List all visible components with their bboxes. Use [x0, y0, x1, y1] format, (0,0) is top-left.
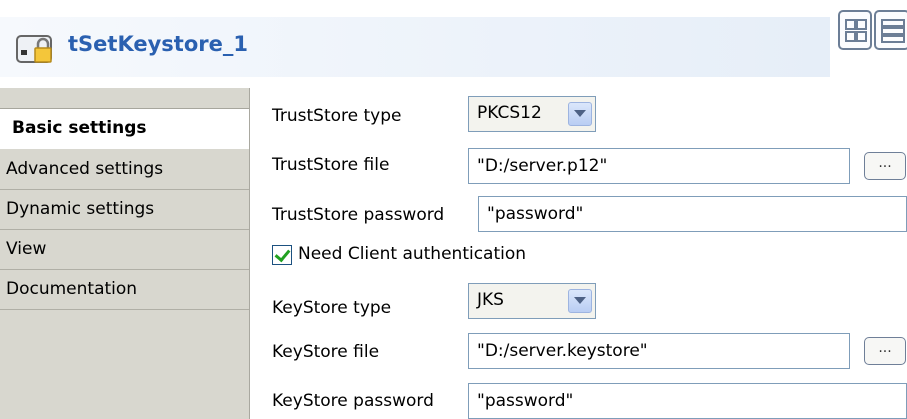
- tab-basic-settings[interactable]: Basic settings: [0, 109, 249, 149]
- grid-layout-icon: [845, 19, 867, 42]
- tabs-border: [249, 88, 250, 419]
- keystore-password-label: KeyStore password: [272, 391, 434, 411]
- keystore-password-input[interactable]: "password": [468, 383, 907, 419]
- keystore-browse-button[interactable]: ...: [864, 337, 906, 365]
- truststore-file-input[interactable]: "D:/server.p12": [468, 148, 850, 184]
- list-layout-button[interactable]: [874, 10, 907, 50]
- keystore-file-label: KeyStore file: [272, 342, 380, 362]
- keystore-type-value: JKS: [477, 290, 504, 310]
- list-layout-icon: [881, 19, 905, 43]
- truststore-password-label: TrustStore password: [272, 205, 445, 225]
- keystore-type-select[interactable]: JKS: [468, 283, 596, 319]
- tabs-top-spacer: [0, 88, 250, 109]
- tab-dynamic-settings[interactable]: Dynamic settings: [0, 190, 249, 230]
- need-client-auth-checkbox[interactable]: [272, 245, 292, 265]
- truststore-file-label: TrustStore file: [272, 155, 390, 175]
- tab-documentation[interactable]: Documentation: [0, 270, 249, 310]
- tab-view[interactable]: View: [0, 230, 249, 270]
- need-client-auth-label: Need Client authentication: [298, 244, 527, 264]
- truststore-type-select[interactable]: PKCS12: [468, 96, 596, 132]
- component-title: tSetKeystore_1: [68, 32, 248, 56]
- truststore-browse-button[interactable]: ...: [864, 152, 906, 180]
- truststore-password-input[interactable]: "password": [478, 196, 907, 232]
- tab-advanced-settings[interactable]: Advanced settings: [0, 150, 249, 190]
- keystore-lock-icon: [16, 35, 52, 63]
- chevron-down-icon[interactable]: [568, 289, 592, 313]
- grid-layout-button[interactable]: [838, 10, 872, 50]
- truststore-type-value: PKCS12: [477, 103, 542, 123]
- truststore-type-label: TrustStore type: [272, 106, 402, 126]
- component-header: tSetKeystore_1: [0, 0, 907, 88]
- keystore-type-label: KeyStore type: [272, 298, 392, 318]
- keystore-file-input[interactable]: "D:/server.keystore": [468, 333, 850, 369]
- chevron-down-icon[interactable]: [568, 102, 592, 126]
